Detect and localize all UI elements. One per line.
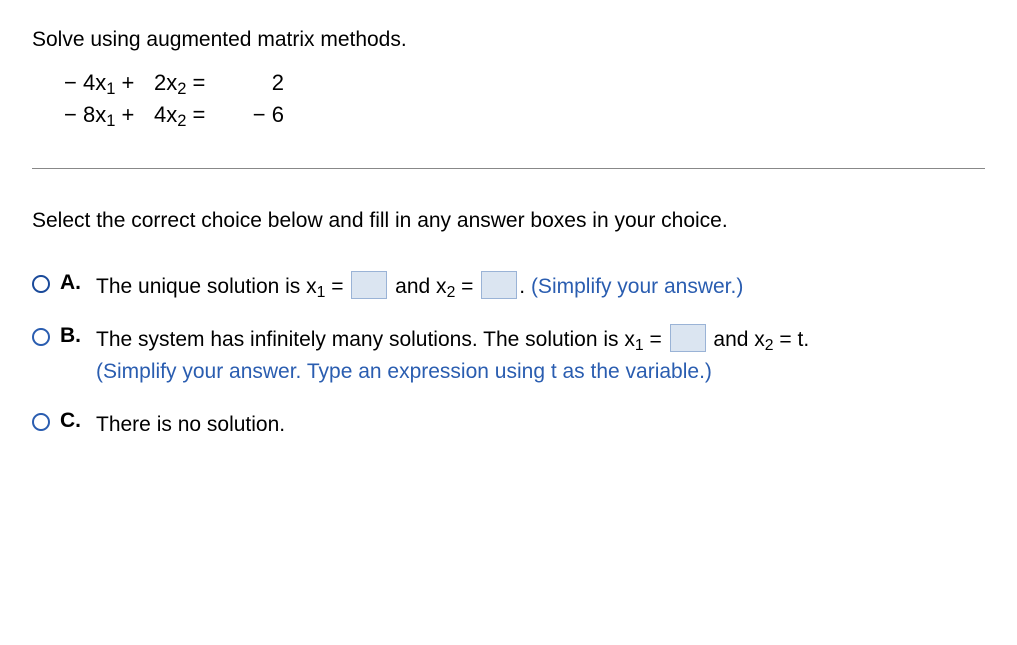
instructions-text: Select the correct choice below and fill… (32, 209, 728, 232)
problem-statement: Solve using augmented matrix methods. (32, 28, 985, 52)
choice-b-row: B. The system has infinitely many soluti… (32, 324, 985, 389)
choice-c-row: C. There is no solution. (32, 409, 985, 442)
answer-box-b-x1[interactable] (670, 324, 706, 352)
choice-a-hint: (Simplify your answer.) (531, 275, 743, 298)
choice-a-row: A. The unique solution is x1 = and x2 = … (32, 271, 985, 304)
eq2-term2: 4x (154, 102, 177, 127)
choice-a-t5: . (519, 275, 531, 298)
eq2-plus: + (115, 102, 134, 127)
choice-b-body: The system has infinitely many solutions… (96, 324, 809, 389)
eq2-term1-sub: 1 (106, 112, 115, 130)
choice-a-s1: 1 (317, 284, 326, 301)
answer-box-a-x2[interactable] (481, 271, 517, 299)
choice-c-label: C. (60, 409, 86, 433)
eq2-term2-sub: 2 (177, 112, 186, 130)
equation-2: − 8x1 + 4x2 = − 6 (64, 102, 985, 128)
choice-c-body: There is no solution. (96, 409, 285, 442)
equation-1: − 4x1 + 2x2 = 2 (64, 70, 985, 96)
eq1-term2-sub: 2 (177, 80, 186, 98)
instructions: Select the correct choice below and fill… (32, 209, 985, 233)
choices-list: A. The unique solution is x1 = and x2 = … (32, 271, 985, 441)
eq1-term1-sub: 1 (106, 80, 115, 98)
choice-b-label: B. (60, 324, 86, 348)
choice-a-t4: = (455, 275, 479, 298)
eq1-rhs: 2 (244, 70, 284, 96)
radio-choice-c[interactable] (32, 413, 50, 431)
eq1-eq: = (186, 70, 205, 95)
choice-b-t1: The system has infinitely many solutions… (96, 328, 635, 351)
problem-text: Solve using augmented matrix methods. (32, 28, 407, 51)
eq1-term2: 2x (154, 70, 177, 95)
choice-a-t1: The unique solution is x (96, 275, 317, 298)
divider (32, 168, 985, 169)
radio-choice-b[interactable] (32, 328, 50, 346)
choice-a-t2: = (325, 275, 349, 298)
eq2-eq: = (186, 102, 205, 127)
choice-b-t4: = t. (774, 328, 810, 351)
choice-a-body: The unique solution is x1 = and x2 = . (… (96, 271, 743, 304)
equations-block: − 4x1 + 2x2 = 2 − 8x1 + 4x2 = − 6 (32, 70, 985, 128)
choice-b-t2: = (644, 328, 668, 351)
answer-box-a-x1[interactable] (351, 271, 387, 299)
choice-a-t3: and x (389, 275, 446, 298)
choice-b-s1: 1 (635, 337, 644, 354)
eq2-term1: − 8x (64, 102, 106, 127)
choice-c-t1: There is no solution. (96, 413, 285, 436)
choice-b-s2: 2 (765, 337, 774, 354)
choice-a-s2: 2 (447, 284, 456, 301)
eq2-rhs: − 6 (244, 102, 284, 128)
eq1-plus: + (115, 70, 134, 95)
choice-a-label: A. (60, 271, 86, 295)
radio-choice-a[interactable] (32, 275, 50, 293)
choice-b-hint: (Simplify your answer. Type an expressio… (96, 360, 712, 383)
choice-b-t3: and x (708, 328, 765, 351)
eq1-term1: − 4x (64, 70, 106, 95)
